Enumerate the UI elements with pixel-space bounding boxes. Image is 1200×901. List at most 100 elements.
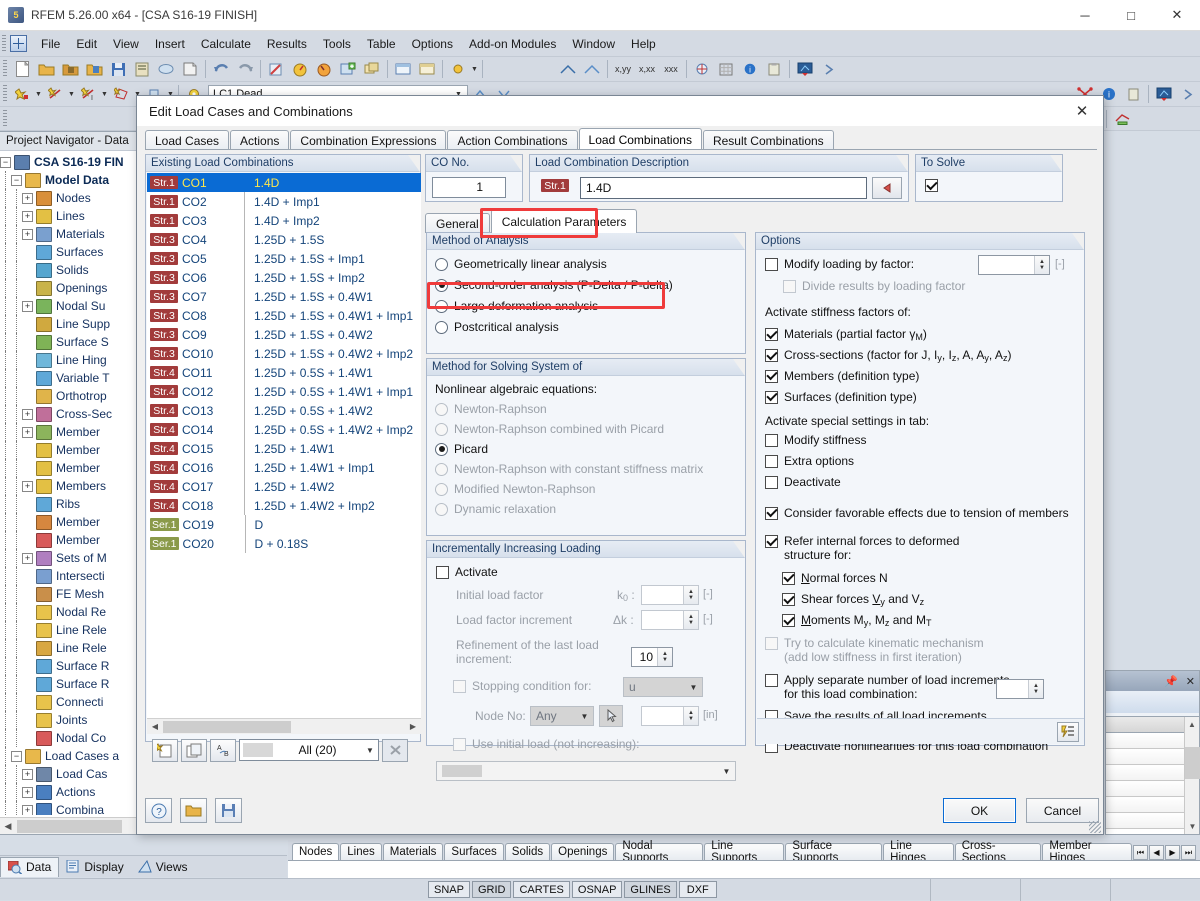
render-icon[interactable] xyxy=(265,59,287,80)
normal-forces-checkbox[interactable] xyxy=(782,571,795,585)
spinner-icon[interactable]: ▲ ▼ xyxy=(1034,256,1049,274)
table-tab-line-hinges[interactable]: Line Hinges xyxy=(883,840,954,864)
tab-action-combinations[interactable]: Action Combinations xyxy=(447,130,578,150)
radio-icon[interactable] xyxy=(435,442,448,456)
chevron-down-icon[interactable]: ▼ xyxy=(362,746,378,755)
activate-incremental-row[interactable]: Activate xyxy=(436,565,498,579)
node-no-select[interactable]: Any ▼ xyxy=(530,706,594,726)
new-member-icon[interactable]: I xyxy=(77,84,99,105)
new-file-icon[interactable] xyxy=(11,59,33,80)
list-item[interactable]: Str.3 CO6 1.25D + 1.5S + Imp2 xyxy=(147,268,421,287)
existing-combinations-list[interactable]: Str.1 CO1 1.4D Str.1 CO2 1.4D + Imp1 Str.1 CO3 1… xyxy=(147,173,421,718)
spinner-icon[interactable]: ▲ ▼ xyxy=(1028,680,1043,698)
tree-expander-plus-icon[interactable]: + xyxy=(22,768,33,780)
chevron-down-icon[interactable]: ▼ xyxy=(685,683,702,692)
stopping-condition-checkbox[interactable] xyxy=(453,679,466,693)
line-dropdown-caret[interactable]: ▼ xyxy=(67,84,76,105)
redo-icon[interactable] xyxy=(234,59,256,80)
list-item[interactable]: Str.3 CO8 1.25D + 1.5S + 0.4W1 + Imp1 xyxy=(147,306,421,325)
menu-item-help[interactable]: Help xyxy=(623,34,664,54)
printout-report-icon[interactable] xyxy=(179,59,201,80)
list-item[interactable]: Str.3 CO10 1.25D + 1.5S + 0.4W2 + Imp2 xyxy=(147,344,421,363)
list-hscrollbar[interactable]: ◀ ▶ xyxy=(147,718,421,734)
radio-icon[interactable] xyxy=(435,257,448,271)
status-dxf[interactable]: DXF xyxy=(678,881,717,898)
tree-expander-minus-icon[interactable]: − xyxy=(0,156,11,168)
dimension-icon[interactable] xyxy=(557,59,579,80)
list-item[interactable]: Str.1 CO3 1.4D + Imp2 xyxy=(147,211,421,230)
table-tab-solids[interactable]: Solids xyxy=(504,843,551,860)
spinner-icon[interactable]: ▲ ▼ xyxy=(657,648,672,666)
member-result-icon[interactable] xyxy=(1111,108,1133,129)
tree-expander-plus-icon[interactable]: + xyxy=(22,300,33,312)
tree-expander-minus-icon[interactable]: − xyxy=(11,750,22,762)
previous-record-icon[interactable]: ◀ xyxy=(1149,845,1164,860)
radio-geometrically-linear[interactable]: Geometrically linear analysis xyxy=(435,257,745,271)
copy-combination-icon[interactable] xyxy=(181,738,207,762)
inner-tab-general[interactable]: General xyxy=(425,213,490,233)
new-line-icon[interactable] xyxy=(44,84,66,105)
scroll-left-icon[interactable]: ◀ xyxy=(0,819,16,834)
refinement-input[interactable]: 10 ▲ ▼ xyxy=(631,647,673,667)
refer-internal-forces-row[interactable]: Refer internal forces to deformed struct… xyxy=(765,534,959,562)
stiffness-materials-checkbox[interactable] xyxy=(765,328,778,341)
stopping-condition-select[interactable]: u ▼ xyxy=(623,677,703,697)
special-extra-options-row[interactable]: Extra options xyxy=(765,454,854,468)
tree-expander-plus-icon[interactable]: + xyxy=(22,192,33,204)
view-tab-data[interactable]: Data xyxy=(0,856,60,877)
tree-expander-plus-icon[interactable]: + xyxy=(22,426,33,438)
separate-increments-input[interactable]: ▲ ▼ xyxy=(996,679,1044,699)
load-factor-increment-input[interactable]: ▲ ▼ xyxy=(641,610,699,630)
table-tab-materials[interactable]: Materials xyxy=(382,843,444,860)
notes-icon[interactable] xyxy=(1122,84,1144,105)
separate-increments-checkbox[interactable] xyxy=(765,674,778,687)
toolbar-grip[interactable] xyxy=(3,60,7,78)
separate-increments-row[interactable]: Apply separate number of load increments… xyxy=(765,673,1009,701)
favorable-effects-checkbox[interactable] xyxy=(765,506,778,520)
dialog-resize-grip[interactable] xyxy=(1089,821,1101,833)
open-file-icon[interactable] xyxy=(35,59,57,80)
minimize-button[interactable]: ─ xyxy=(1062,0,1108,31)
list-item[interactable]: Str.4 CO12 1.25D + 0.5S + 1.4W1 + Imp1 xyxy=(147,382,421,401)
chevron-down-icon[interactable]: ▼ xyxy=(718,767,735,776)
table-tab-member-hinges[interactable]: Member Hinges xyxy=(1042,840,1132,864)
list-item[interactable]: Str.1 CO2 1.4D + Imp1 xyxy=(147,192,421,211)
table-tab-openings[interactable]: Openings xyxy=(551,843,615,860)
settings-icon[interactable] xyxy=(447,59,469,80)
list-item[interactable]: Str.4 CO18 1.25D + 1.4W2 + Imp2 xyxy=(147,496,421,515)
divide-results-checkbox[interactable] xyxy=(783,279,796,293)
refer-internal-forces-checkbox[interactable] xyxy=(765,535,778,548)
spinner-icon[interactable]: ▲ ▼ xyxy=(683,586,698,604)
tree-expander-plus-icon[interactable]: + xyxy=(22,228,33,240)
view-tab-views[interactable]: Views xyxy=(131,857,195,877)
scroll-up-icon[interactable]: ▲ xyxy=(1185,717,1199,732)
tab-load-combinations[interactable]: Load Combinations xyxy=(578,128,702,150)
list-item[interactable]: Str.3 CO4 1.25D + 1.5S xyxy=(147,230,421,249)
stiffness-cross-sections-checkbox[interactable] xyxy=(765,349,778,362)
table-tab-nodal-supports[interactable]: Nodal Supports xyxy=(615,840,704,864)
add-view-icon[interactable] xyxy=(337,59,359,80)
stiffness-cross-sections-row[interactable]: Cross-sections (factor for J, Iy, Iz, A,… xyxy=(765,348,1011,363)
table-tab-surfaces[interactable]: Surfaces xyxy=(444,843,504,860)
rename-combination-icon[interactable]: AB xyxy=(210,738,236,762)
menu-grip[interactable] xyxy=(2,34,6,53)
list-item[interactable]: Str.3 CO9 1.25D + 1.5S + 0.4W2 xyxy=(147,325,421,344)
delete-icon[interactable] xyxy=(382,738,408,762)
tab-result-combinations[interactable]: Result Combinations xyxy=(702,130,834,150)
use-initial-load-select[interactable]: ▼ xyxy=(436,761,736,781)
tab-combination-expressions[interactable]: Combination Expressions xyxy=(290,130,447,150)
chevron-down-icon[interactable]: ▼ xyxy=(576,712,593,721)
close-icon[interactable]: ✕ xyxy=(1186,675,1195,688)
tree-expander-plus-icon[interactable]: + xyxy=(22,552,33,564)
menu-item-calculate[interactable]: Calculate xyxy=(193,34,259,54)
table-scroll-thumb[interactable] xyxy=(1185,747,1200,779)
menu-item-results[interactable]: Results xyxy=(259,34,315,54)
status-cartes[interactable]: CARTES xyxy=(513,881,570,898)
menu-item-options[interactable]: Options xyxy=(404,34,461,54)
node-no-field[interactable]: ▲ ▼ xyxy=(641,706,699,726)
inner-tab-calculation-parameters[interactable]: Calculation Parameters xyxy=(490,209,638,233)
table-tab-cross-sections[interactable]: Cross-Sections xyxy=(954,840,1042,864)
tree-expander-plus-icon[interactable]: + xyxy=(22,480,33,492)
close-button[interactable]: ✕ xyxy=(1154,0,1200,31)
tree-expander-plus-icon[interactable]: + xyxy=(22,210,33,222)
